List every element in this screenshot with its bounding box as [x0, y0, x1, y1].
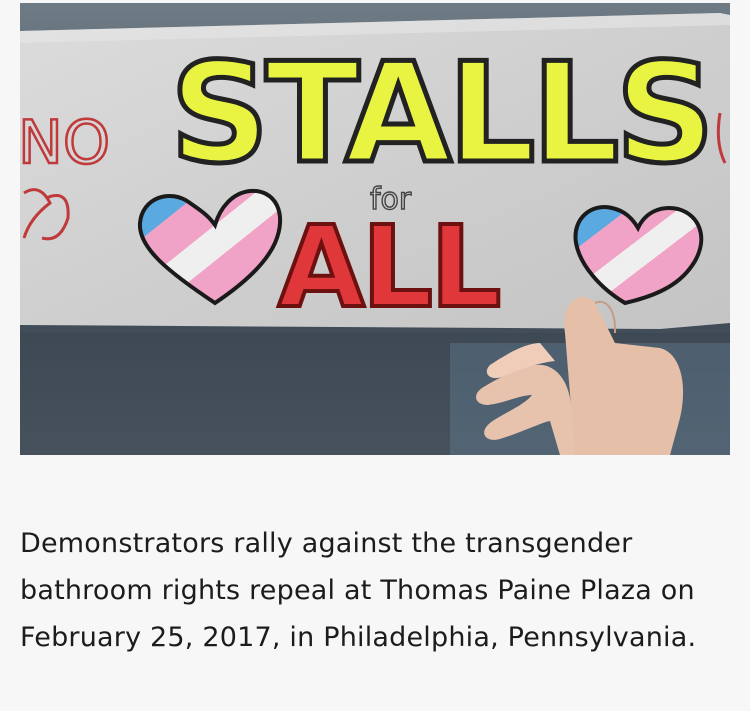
news-photo: NO STALLS for ALL: [20, 3, 730, 455]
svg-text:NO: NO: [20, 108, 110, 178]
sign-line-all: ALL: [278, 203, 499, 333]
article-page: NO STALLS for ALL Demonstrators rally ag…: [0, 0, 750, 711]
sign-line-stalls: STALLS: [170, 33, 711, 194]
protest-sign: NO STALLS for ALL: [20, 13, 730, 335]
photo-caption: Demonstrators rally against the transgen…: [20, 528, 697, 653]
